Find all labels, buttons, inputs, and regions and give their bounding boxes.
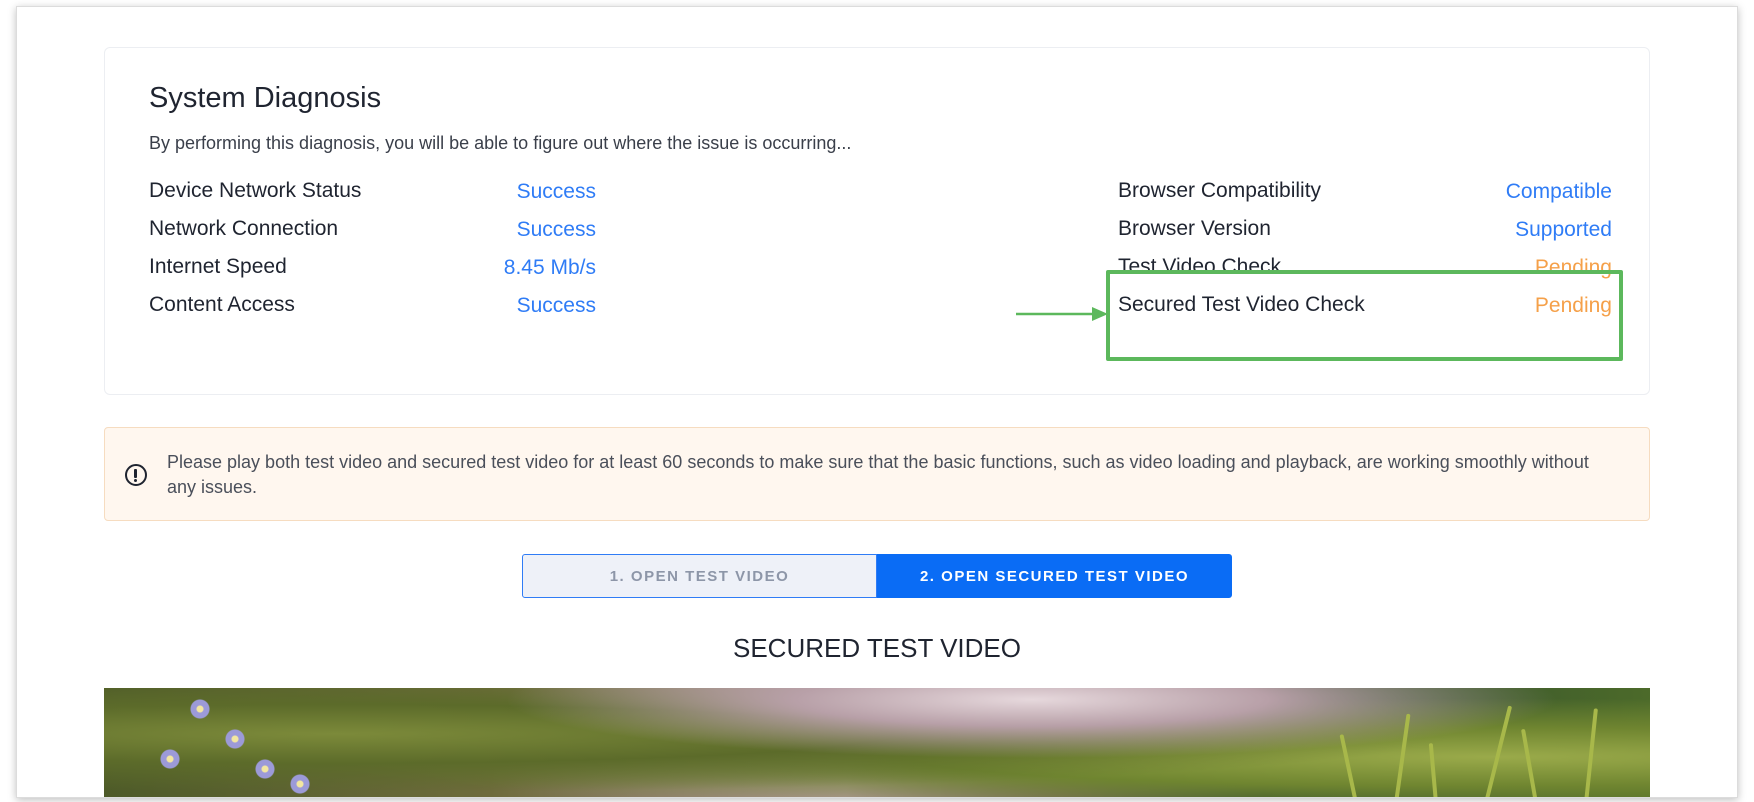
check-label-internet-speed: Internet Speed <box>149 255 287 278</box>
flower-decoration <box>189 698 211 720</box>
grass-blade <box>1339 734 1358 797</box>
system-diagnosis-card: System Diagnosis By performing this diag… <box>104 47 1650 395</box>
flower-decoration <box>254 758 276 780</box>
grass-blade <box>1521 728 1538 797</box>
check-label-content-access: Content Access <box>149 293 295 316</box>
check-value-device-network-status: Success <box>516 180 596 203</box>
grass-blade <box>1584 708 1598 797</box>
check-label-device-network-status: Device Network Status <box>149 179 362 202</box>
tab-open-test-video[interactable]: 1. OPEN TEST VIDEO <box>522 554 877 598</box>
alert-message: Please play both test video and secured … <box>167 452 1589 497</box>
exclamation-circle-icon <box>125 464 147 486</box>
grass-blade <box>1428 743 1438 797</box>
page-frame: System Diagnosis By performing this diag… <box>16 6 1738 798</box>
flower-decoration <box>159 748 181 770</box>
check-value-browser-version: Supported <box>1515 218 1612 241</box>
check-label-network-connection: Network Connection <box>149 217 339 240</box>
diagnosis-description: By performing this diagnosis, you will b… <box>149 133 852 153</box>
flower-decoration <box>224 728 246 750</box>
grass-blade <box>1484 705 1513 797</box>
pending-checks-highlight <box>1106 270 1623 361</box>
secured-video-player[interactable] <box>104 688 1650 797</box>
check-value-content-access: Success <box>516 294 596 317</box>
check-label-browser-compatibility: Browser Compatibility <box>1118 179 1322 202</box>
check-value-internet-speed: 8.45 Mb/s <box>503 256 596 279</box>
check-label-browser-version: Browser Version <box>1118 217 1271 240</box>
flower-decoration <box>289 773 311 795</box>
tab-open-secured-test-video[interactable]: 2. OPEN SECURED TEST VIDEO <box>877 554 1232 598</box>
video-heading: SECURED TEST VIDEO <box>733 633 1021 663</box>
info-alert: Please play both test video and secured … <box>104 427 1650 521</box>
check-value-browser-compatibility: Compatible <box>1505 180 1612 203</box>
check-value-network-connection: Success <box>516 218 596 241</box>
annotation-arrow-icon <box>1016 307 1108 321</box>
grass-blade <box>1394 713 1411 797</box>
page-title: System Diagnosis <box>149 82 382 114</box>
